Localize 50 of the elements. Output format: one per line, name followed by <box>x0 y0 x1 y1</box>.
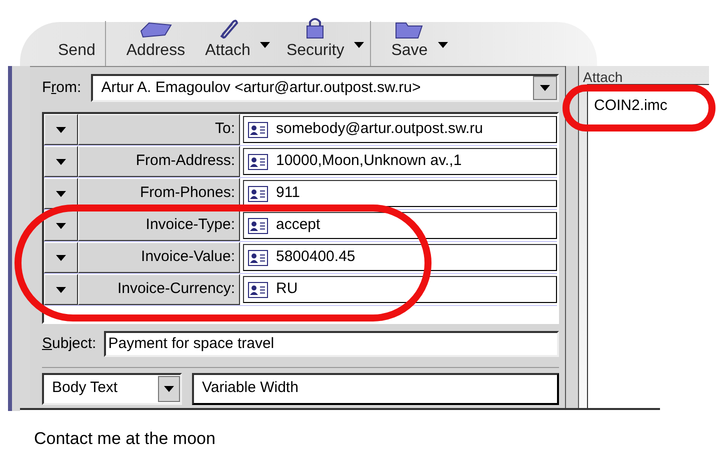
message-body[interactable]: Contact me at the moon <box>20 408 660 451</box>
dropdown-arrow-icon <box>56 190 66 196</box>
contact-card-icon <box>248 154 268 170</box>
address-field[interactable]: 911 <box>243 180 557 207</box>
toolbar-button[interactable]: Send <box>48 39 106 66</box>
dropdown-arrow-icon <box>540 85 550 91</box>
contact-card-icon <box>248 250 268 266</box>
dropdown-arrow-icon <box>260 42 270 48</box>
address-field[interactable]: 10000,Moon,Unknown av.,1 <box>243 148 557 175</box>
address-field[interactable]: accept <box>243 212 557 239</box>
address-field[interactable]: somebody@artur.outpost.sw.ru <box>243 116 557 143</box>
field-type-button[interactable] <box>44 242 78 273</box>
padlock-icon <box>306 17 324 39</box>
toolbar-button[interactable]: Attach <box>195 19 260 66</box>
from-label: From: <box>42 78 82 98</box>
folder-icon <box>394 21 424 39</box>
field-type-button[interactable] <box>44 274 78 305</box>
field-name-button[interactable]: Invoice-Value: <box>78 242 240 273</box>
contact-card-icon <box>248 282 268 298</box>
contact-card-icon <box>248 186 268 202</box>
subject-field[interactable]: Payment for space travel <box>104 331 559 357</box>
address-field[interactable]: RU <box>243 276 557 303</box>
field-name-button[interactable]: Invoice-Type: <box>78 210 240 241</box>
toolbar-button[interactable]: Save <box>381 21 438 66</box>
dropdown-arrow-icon <box>56 286 66 292</box>
dropdown-arrow-icon <box>56 254 66 260</box>
field-type-button[interactable] <box>44 114 78 145</box>
dropdown-arrow-icon <box>56 222 66 228</box>
attachments-title: Attach <box>583 70 624 84</box>
contact-card-icon <box>248 218 268 234</box>
paragraph-style-dropdown[interactable]: Body Text <box>42 372 182 404</box>
dropdown-arrow-icon <box>438 42 448 48</box>
attachment-item[interactable]: COIN2.imc <box>594 95 709 118</box>
field-name-button[interactable]: To: <box>78 114 240 145</box>
dropdown-arrow-icon <box>354 42 364 48</box>
toolbar-button[interactable]: Security <box>276 17 354 66</box>
field-name-button[interactable]: From-Address: <box>78 146 240 177</box>
toolbar-button[interactable]: Address <box>116 21 196 66</box>
panel-splitter[interactable] <box>565 66 579 411</box>
dropdown-arrow-icon <box>56 158 66 164</box>
address-field[interactable]: 5800400.45 <box>243 244 557 271</box>
dropdown-arrow-icon <box>56 126 66 132</box>
field-name-button[interactable]: Invoice-Currency: <box>78 274 240 305</box>
font-dropdown[interactable]: Variable Width <box>192 372 559 404</box>
dropdown-arrow-icon <box>164 386 174 392</box>
subject-label: Subject: <box>42 334 96 354</box>
from-dropdown[interactable]: Artur A. Emagoulov <artur@artur.outpost.sw.ru> <box>91 74 559 102</box>
field-type-button[interactable] <box>44 178 78 209</box>
field-type-button[interactable] <box>44 146 78 177</box>
contact-card-icon <box>248 122 268 138</box>
